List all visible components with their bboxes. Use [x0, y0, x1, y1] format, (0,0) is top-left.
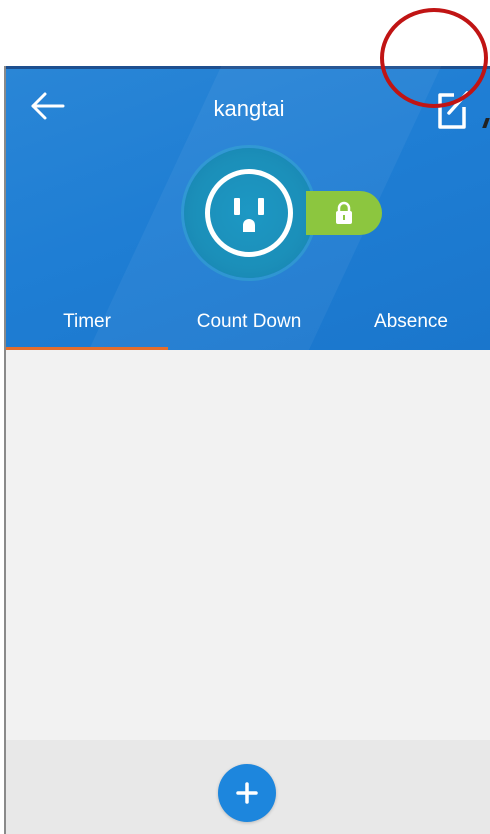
- tab-absence-label: Absence: [374, 311, 448, 332]
- timer-list-area: [6, 350, 490, 740]
- arrow-left-icon: [31, 92, 65, 120]
- power-outlet-icon: [205, 169, 293, 257]
- child-lock-toggle[interactable]: [306, 191, 382, 235]
- page: kangtai Timer Count Down Absence: [0, 0, 490, 834]
- edit-button[interactable]: [430, 84, 474, 134]
- tab-absence[interactable]: Absence: [330, 302, 490, 350]
- add-timer-button[interactable]: [218, 764, 276, 822]
- tab-count-down[interactable]: Count Down: [168, 302, 330, 350]
- tab-count-down-label: Count Down: [196, 311, 302, 332]
- device-header: kangtai Timer Count Down Absence: [6, 66, 490, 350]
- device-power-toggle[interactable]: [184, 148, 314, 278]
- edit-icon: [438, 91, 469, 129]
- plus-icon: [236, 782, 258, 804]
- back-button[interactable]: [26, 84, 70, 128]
- tab-bar: Timer Count Down Absence: [6, 302, 490, 350]
- lock-icon: [336, 201, 352, 224]
- tab-timer-label: Timer: [63, 311, 111, 332]
- tab-timer[interactable]: Timer: [6, 302, 168, 350]
- page-title: kangtai: [213, 96, 285, 121]
- phone-screen: kangtai Timer Count Down Absence: [4, 66, 490, 834]
